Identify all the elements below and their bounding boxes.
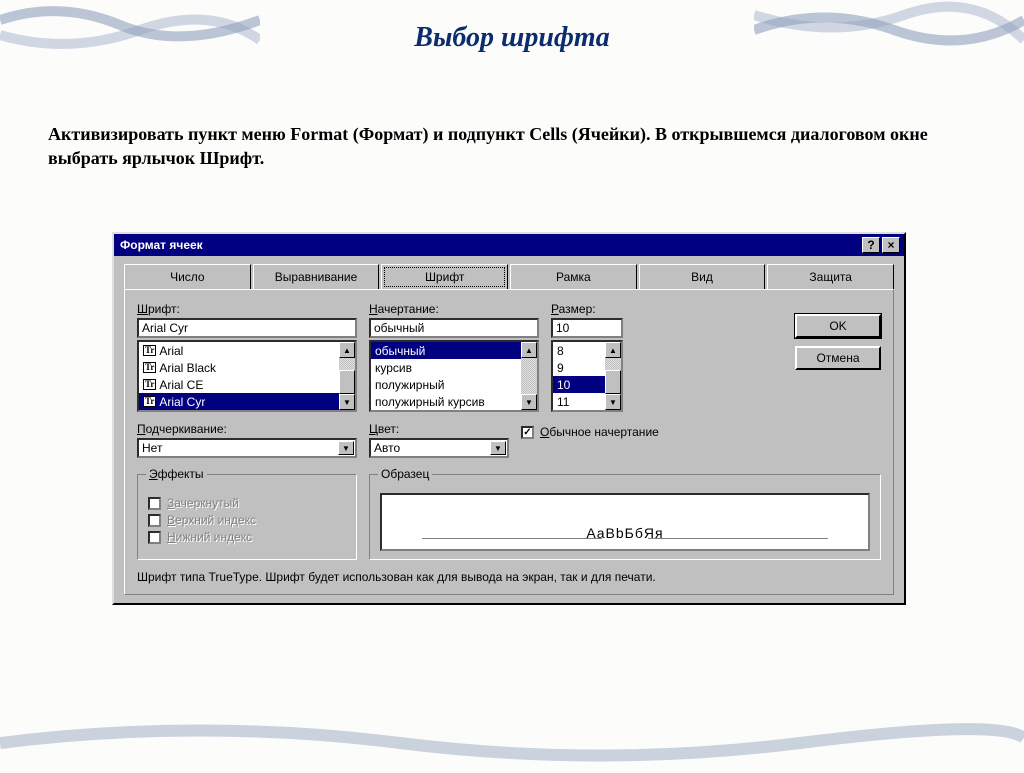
- list-item[interactable]: 9: [553, 359, 605, 376]
- truetype-icon: Tr: [143, 362, 156, 373]
- subscript-checkbox[interactable]: Нижний индекс: [148, 530, 346, 544]
- font-label: Шрифт:: [137, 302, 357, 316]
- size-listbox[interactable]: 8 9 10 11 ▲ ▼: [551, 340, 623, 412]
- tab-strip: Число Выравнивание Шрифт Рамка Вид Защит…: [124, 264, 894, 290]
- tab-number[interactable]: Число: [124, 264, 251, 290]
- checkbox-icon: [148, 531, 161, 544]
- tab-protection[interactable]: Защита: [767, 264, 894, 290]
- chevron-down-icon[interactable]: ▼: [338, 441, 354, 455]
- hint-text: Шрифт типа TrueType. Шрифт будет использ…: [137, 570, 881, 584]
- list-item[interactable]: курсив: [371, 359, 521, 376]
- truetype-icon: Tr: [143, 396, 156, 407]
- scroll-up-icon[interactable]: ▲: [521, 342, 537, 358]
- sample-legend: Образец: [378, 467, 432, 481]
- size-input[interactable]: 10: [551, 318, 623, 338]
- style-listbox[interactable]: обычный курсив полужирный полужирный кур…: [369, 340, 539, 412]
- scroll-down-icon[interactable]: ▼: [605, 394, 621, 410]
- scroll-down-icon[interactable]: ▼: [339, 394, 355, 410]
- normal-font-checkbox[interactable]: ✓ Обычное начертание: [521, 425, 659, 439]
- titlebar[interactable]: Формат ячеек ? ×: [114, 234, 904, 256]
- tab-font[interactable]: Шрифт: [381, 264, 508, 290]
- list-item[interactable]: TrArial Black: [139, 359, 339, 376]
- preview-box: AaBbБбЯя: [380, 493, 870, 551]
- truetype-icon: Tr: [143, 345, 156, 356]
- scrollbar[interactable]: ▲ ▼: [605, 342, 621, 410]
- scroll-up-icon[interactable]: ▲: [339, 342, 355, 358]
- color-label: Цвет:: [369, 422, 509, 436]
- list-item[interactable]: полужирный курсив: [371, 393, 521, 410]
- cancel-button[interactable]: Отмена: [795, 346, 881, 370]
- scroll-up-icon[interactable]: ▲: [605, 342, 621, 358]
- list-item[interactable]: 11: [553, 393, 605, 410]
- style-input[interactable]: обычный: [369, 318, 539, 338]
- format-cells-dialog: Формат ячеек ? × Число Выравнивание Шриф…: [112, 232, 906, 605]
- sample-group: Образец AaBbБбЯя: [369, 474, 881, 560]
- checkbox-icon: [148, 497, 161, 510]
- list-item[interactable]: обычный: [371, 342, 521, 359]
- list-item[interactable]: 8: [553, 342, 605, 359]
- scrollbar[interactable]: ▲ ▼: [521, 342, 537, 410]
- strikethrough-checkbox[interactable]: Зачеркнутый: [148, 496, 346, 510]
- ok-button[interactable]: OK: [795, 314, 881, 338]
- list-item[interactable]: полужирный: [371, 376, 521, 393]
- scroll-down-icon[interactable]: ▼: [521, 394, 537, 410]
- slide-body-text: Активизировать пункт меню Format (Формат…: [48, 122, 976, 171]
- style-label: Начертание:: [369, 302, 539, 316]
- truetype-icon: Tr: [143, 379, 156, 390]
- effects-legend: Эффекты: [146, 467, 207, 481]
- effects-group: Эффекты Зачеркнутый Верхний индекс Нижни…: [137, 474, 357, 560]
- scrollbar[interactable]: ▲ ▼: [339, 342, 355, 410]
- help-button[interactable]: ?: [862, 237, 880, 253]
- checkbox-icon: [148, 514, 161, 527]
- close-button[interactable]: ×: [882, 237, 900, 253]
- font-input[interactable]: Arial Cyr: [137, 318, 357, 338]
- underline-combo[interactable]: Нет ▼: [137, 438, 357, 458]
- tab-patterns[interactable]: Вид: [639, 264, 766, 290]
- color-combo[interactable]: Авто ▼: [369, 438, 509, 458]
- list-item[interactable]: TrArial: [139, 342, 339, 359]
- slide-title: Выбор шрифта: [0, 22, 1024, 54]
- list-item[interactable]: TrArial CE: [139, 376, 339, 393]
- chevron-down-icon[interactable]: ▼: [490, 441, 506, 455]
- tab-border[interactable]: Рамка: [510, 264, 637, 290]
- checkbox-icon: ✓: [521, 426, 534, 439]
- list-item[interactable]: TrArial Cyr: [139, 393, 339, 410]
- tab-panel: Шрифт: Arial Cyr TrArial TrArial Black T…: [124, 289, 894, 595]
- size-label: Размер:: [551, 302, 623, 316]
- list-item[interactable]: 10: [553, 376, 605, 393]
- dialog-title: Формат ячеек: [120, 238, 203, 252]
- tab-alignment[interactable]: Выравнивание: [253, 264, 380, 290]
- superscript-checkbox[interactable]: Верхний индекс: [148, 513, 346, 527]
- underline-label: Подчеркивание:: [137, 422, 357, 436]
- font-listbox[interactable]: TrArial TrArial Black TrArial CE TrArial…: [137, 340, 357, 412]
